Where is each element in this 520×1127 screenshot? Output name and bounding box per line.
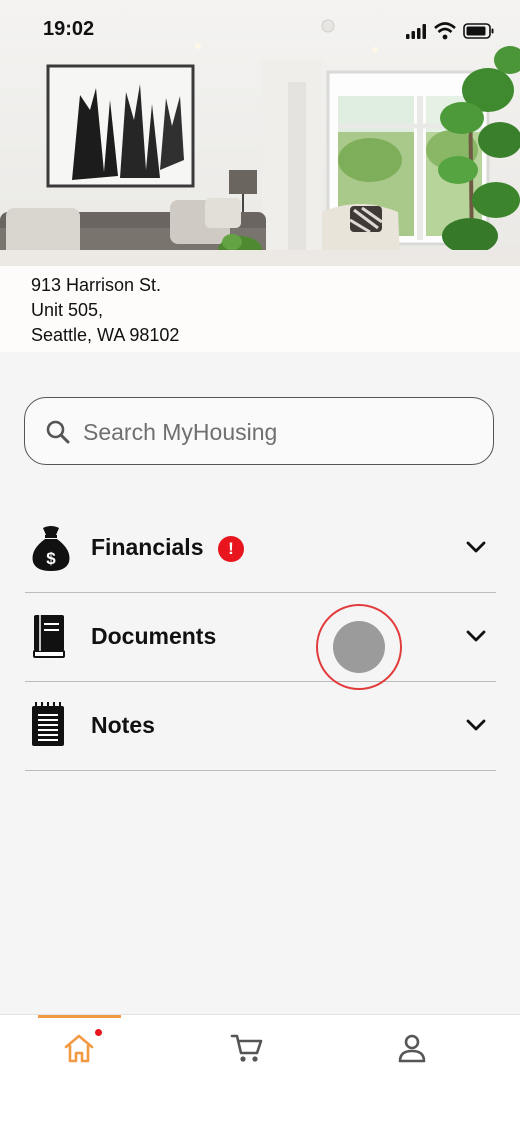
section-financials[interactable]: $ Financials !: [25, 504, 496, 593]
status-time: 19:02: [43, 18, 95, 40]
section-label-financials: Financials: [91, 534, 204, 560]
section-notes[interactable]: Notes: [25, 682, 496, 771]
signal-icon: [406, 24, 426, 39]
active-tab-indicator: [38, 1015, 121, 1018]
svg-text:$: $: [46, 549, 56, 568]
book-icon: [33, 615, 65, 658]
bottom-nav: [0, 1014, 520, 1127]
search-icon: [46, 420, 70, 444]
touch-indicator-dot: [333, 621, 385, 673]
address-line-3: Seattle, WA 98102: [31, 325, 180, 345]
search-input[interactable]: [81, 412, 475, 452]
address-line-2: Unit 505,: [31, 300, 104, 320]
nav-home[interactable]: [60, 1029, 102, 1065]
cart-icon: [230, 1034, 263, 1062]
property-hero: 19:02 913 Harrison St. Unit 505, Seattle…: [0, 0, 520, 352]
chevron-down-icon[interactable]: [466, 718, 486, 732]
section-label-documents: Documents: [91, 623, 217, 649]
profile-icon: [398, 1034, 426, 1063]
wifi-icon: [434, 22, 456, 40]
battery-icon: [463, 23, 494, 39]
section-label-notes: Notes: [91, 712, 155, 738]
nav-profile[interactable]: [392, 1031, 432, 1065]
money-bag-icon: $: [32, 526, 70, 571]
notepad-icon: [32, 702, 64, 746]
address-line-1: 913 Harrison St.: [31, 275, 162, 295]
notification-dot: [95, 1029, 102, 1036]
status-icons: [406, 22, 496, 47]
chevron-down-icon[interactable]: [466, 540, 486, 554]
touch-indicator: [316, 604, 402, 690]
section-documents[interactable]: Documents: [25, 593, 496, 682]
property-address: 913 Harrison St. Unit 505, Seattle, WA 9…: [0, 266, 520, 352]
chevron-down-icon[interactable]: [466, 629, 486, 643]
search-bar[interactable]: [24, 397, 494, 465]
alert-badge: !: [218, 536, 244, 562]
home-icon: [64, 1034, 94, 1063]
status-bar: 19:02: [0, 0, 520, 62]
nav-cart[interactable]: [228, 1031, 268, 1065]
